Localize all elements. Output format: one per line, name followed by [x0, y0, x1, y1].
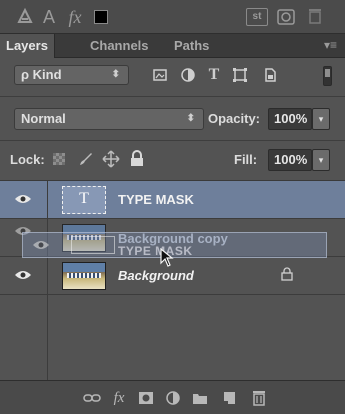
visibility-cell [0, 257, 48, 295]
blend-row: Normal ⬍ Opacity: 100% ▾ [0, 103, 345, 133]
opacity-label: Opacity: [208, 111, 261, 126]
new-layer-icon[interactable] [220, 390, 238, 406]
eye-icon [32, 239, 50, 251]
visibility-cell [0, 181, 48, 219]
eye-icon[interactable] [14, 193, 32, 205]
eye-icon[interactable] [14, 269, 32, 281]
st-icon[interactable]: st [246, 8, 268, 26]
type-filter-icon[interactable]: T [206, 67, 222, 83]
trash-icon[interactable] [250, 390, 268, 406]
text-icon[interactable]: A [40, 7, 58, 27]
shape-filter-icon[interactable] [232, 67, 248, 83]
layer-row-type-mask[interactable]: T TYPE MASK [0, 181, 345, 219]
layer-thumbnail-type: T [62, 186, 106, 214]
layers-bottom-bar: fx [0, 380, 345, 414]
opacity-input[interactable]: 100% [268, 108, 312, 130]
fx-icon[interactable]: fx [64, 7, 86, 27]
spiral-icon[interactable] [276, 7, 296, 27]
fill-dropdown-button[interactable]: ▾ [312, 149, 330, 171]
tab-paths[interactable]: Paths [168, 34, 215, 58]
divider [0, 140, 345, 141]
empty-layer-area [0, 295, 345, 381]
kind-filter-select[interactable]: ρ Kind ⬍ [14, 65, 129, 85]
kind-filter-label: ρ Kind [21, 67, 62, 82]
select-arrows-icon: ⬍ [111, 69, 120, 80]
layers-list: T TYPE MASK Background [0, 180, 345, 381]
pointer-cursor-icon [160, 247, 176, 268]
layer-thumbnail-image [62, 262, 106, 290]
fill-input[interactable]: 100% [268, 149, 312, 171]
layer-lock-icon [280, 267, 294, 284]
pixel-filter-icon[interactable] [152, 67, 168, 83]
adjustment-filter-icon[interactable] [180, 67, 196, 83]
layer-name[interactable]: Background [118, 268, 194, 283]
panel-menu-icon[interactable]: ▾≡ [324, 38, 337, 52]
fx-icon[interactable]: fx [110, 390, 128, 406]
lock-transparency-icon[interactable] [53, 153, 65, 165]
link-icon[interactable] [83, 390, 101, 406]
lock-row: Lock: Fill: 100% ▾ [0, 144, 345, 174]
blend-mode-value: Normal [21, 111, 66, 126]
fill-label: Fill: [234, 152, 258, 167]
trash-icon[interactable] [306, 7, 324, 27]
lock-label: Lock: [10, 152, 45, 167]
lock-move-icon[interactable] [102, 150, 120, 168]
lock-brush-icon[interactable] [77, 150, 95, 168]
filter-row: ρ Kind ⬍ T [0, 60, 345, 90]
mask-icon[interactable] [137, 390, 155, 406]
ghost-thumbnail [71, 236, 115, 254]
visibility-column [0, 295, 48, 381]
opacity-dropdown-button[interactable]: ▾ [312, 108, 330, 130]
3d-type-icon[interactable] [16, 7, 34, 27]
blend-mode-select[interactable]: Normal ⬍ [14, 108, 204, 130]
color-swatch-icon[interactable] [94, 7, 110, 27]
lock-all-icon[interactable] [128, 150, 146, 168]
folder-icon[interactable] [191, 390, 209, 406]
select-arrows-icon: ⬍ [186, 113, 195, 124]
drag-ghost-label: TYPE MASK [118, 244, 193, 258]
top-toolbar: A fx st [0, 0, 345, 34]
tab-channels[interactable]: Channels [84, 34, 155, 58]
smart-object-filter-icon[interactable] [262, 67, 278, 83]
tab-layers[interactable]: Layers [0, 34, 55, 58]
layer-name[interactable]: TYPE MASK [118, 192, 194, 207]
panel-tabs: Layers Channels Paths ▾≡ [0, 34, 345, 58]
filter-toggle-switch[interactable] [323, 66, 332, 86]
adjustment-icon[interactable] [164, 390, 182, 406]
divider [0, 96, 345, 97]
